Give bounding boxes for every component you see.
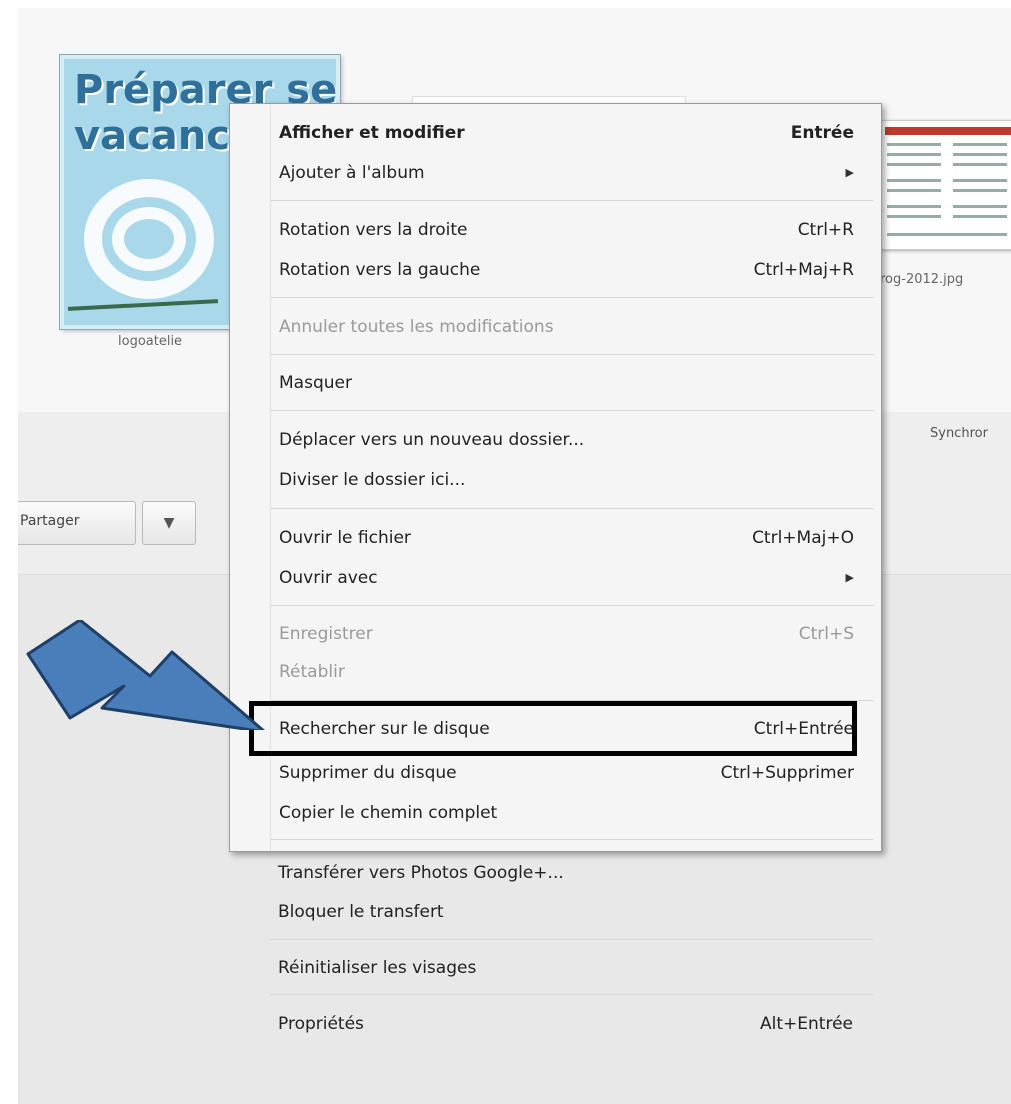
document-line (953, 215, 1007, 218)
menu-separator (270, 939, 873, 940)
document-line (887, 143, 941, 146)
triangle-down-icon: ▼ (163, 515, 175, 531)
document-line (953, 189, 1007, 192)
menu-item-label: Propriétés (278, 1014, 364, 1034)
document-header (885, 127, 1011, 135)
share-dropdown-button[interactable]: ▼ (142, 501, 196, 545)
document-line (953, 143, 1007, 146)
menu-item-block-upload[interactable]: Bloquer le transfert (278, 894, 853, 930)
thumbnail-caption: rog-2012.jpg (880, 272, 964, 287)
thumbnail-caption: logoatelie (118, 334, 183, 349)
document-line (887, 215, 941, 218)
document-line (887, 153, 941, 156)
menu-item-properties[interactable]: Propriétés Alt+Entrée (278, 1006, 853, 1042)
thumbnail-document[interactable] (880, 120, 1011, 250)
document-line (887, 233, 1007, 236)
document-line (887, 163, 941, 166)
logo-signature (67, 299, 219, 311)
menu-item-label: Réinitialiser les visages (278, 958, 477, 978)
menu-item-reset-faces[interactable]: Réinitialiser les visages (278, 950, 853, 986)
menu-item-upload-google-photos[interactable]: Transférer vers Photos Google+... (278, 855, 853, 891)
document-line (887, 205, 941, 208)
document-line (953, 153, 1007, 156)
at-sign-inner (112, 207, 186, 271)
share-button-label: Partager (20, 513, 80, 529)
document-line (887, 189, 941, 192)
document-line (953, 205, 1007, 208)
menu-item-label: Transférer vers Photos Google+... (278, 863, 564, 883)
document-line (887, 179, 941, 182)
document-line (953, 179, 1007, 182)
menu-item-label: Bloquer le transfert (278, 902, 444, 922)
share-button[interactable]: Partager (18, 501, 136, 545)
sync-label[interactable]: Synchror (930, 426, 988, 441)
menu-item-shortcut: Alt+Entrée (760, 1014, 853, 1034)
menu-separator (270, 994, 873, 995)
document-line (953, 163, 1007, 166)
context-menu-lower (229, 103, 882, 852)
